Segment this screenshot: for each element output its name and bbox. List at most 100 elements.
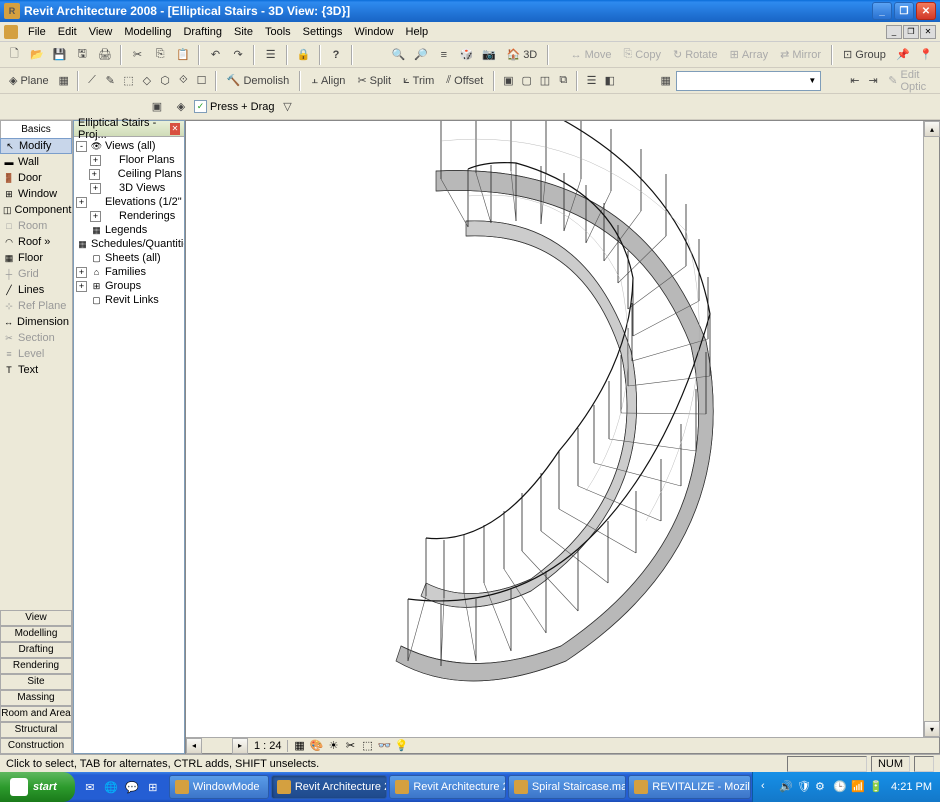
design-tab-massing[interactable]: Massing bbox=[0, 690, 72, 706]
offset-button[interactable]: ⫽Offset bbox=[441, 70, 488, 92]
tree-item[interactable]: +⌂Families bbox=[76, 265, 182, 279]
crop-view-button[interactable]: ✂ bbox=[344, 739, 358, 753]
tool-c-button[interactable]: ⬚ bbox=[120, 70, 136, 92]
design-tab-roomandarea[interactable]: Room and Area bbox=[0, 706, 72, 722]
tool-b-button[interactable]: ✎ bbox=[102, 70, 118, 92]
design-item-wall[interactable]: ▬Wall bbox=[0, 154, 72, 170]
print-button[interactable]: 🖨 bbox=[95, 44, 116, 66]
system-tray[interactable]: ‹ 🔊 🛡 ⚙ 🕒 📶 🔋 4:21 PM bbox=[752, 772, 940, 802]
type-selector-dropdown[interactable]: ▼ bbox=[676, 71, 822, 91]
menu-edit[interactable]: Edit bbox=[52, 24, 83, 40]
design-item-window[interactable]: ⊞Window bbox=[0, 186, 72, 202]
tree-item[interactable]: +Renderings bbox=[76, 209, 182, 223]
tree-item[interactable]: ▢Revit Links bbox=[76, 293, 182, 307]
design-item-floor[interactable]: ▦Floor bbox=[0, 250, 72, 266]
tree-toggle-icon[interactable]: + bbox=[89, 169, 100, 180]
model-graphics-button[interactable]: 🎨 bbox=[310, 739, 324, 753]
tree-toggle-icon[interactable]: + bbox=[76, 267, 87, 278]
misc-f-button[interactable]: ◧ bbox=[602, 70, 618, 92]
press-drag-checkbox[interactable]: ✓Press + Drag bbox=[194, 100, 275, 113]
tree-item[interactable]: ▦Legends bbox=[76, 223, 182, 237]
menu-tools[interactable]: Tools bbox=[259, 24, 297, 40]
option-a-button[interactable]: ▣ bbox=[146, 96, 168, 118]
tree-item[interactable]: ▦Schedules/Quantitie bbox=[76, 237, 182, 251]
design-item-modify[interactable]: ↖Modify bbox=[0, 138, 72, 154]
split-button[interactable]: ✂Split bbox=[352, 70, 396, 92]
taskbar-task[interactable]: REVITALIZE - Mozilla ... bbox=[628, 775, 751, 799]
taskbar-task[interactable]: Revit Architecture 20... bbox=[389, 775, 505, 799]
misc-e-button[interactable]: ☰ bbox=[583, 70, 599, 92]
minimize-button[interactable]: _ bbox=[872, 2, 892, 20]
lock-button[interactable]: 🔒 bbox=[293, 44, 314, 66]
zoom-region-button[interactable]: 🔎 bbox=[411, 44, 432, 66]
tool-e-button[interactable]: ⬡ bbox=[157, 70, 173, 92]
tree-item[interactable]: +Elevations (1/2" Sq bbox=[76, 195, 182, 209]
grid-icon[interactable]: ▦ bbox=[56, 70, 72, 92]
crop-region-button[interactable]: ⬚ bbox=[361, 739, 375, 753]
trim-button[interactable]: ⟀Trim bbox=[398, 70, 439, 92]
tray-2-icon[interactable]: 🛡 bbox=[797, 780, 811, 794]
pin-button[interactable]: 📌 bbox=[893, 44, 914, 66]
tree-toggle-icon[interactable]: - bbox=[76, 141, 87, 152]
view-scale[interactable]: 1 : 24 bbox=[254, 740, 282, 752]
tool-f-button[interactable]: ⟐ bbox=[175, 70, 191, 92]
browser-tree[interactable]: -👁Views (all)+Floor Plans+Ceiling Plans+… bbox=[74, 137, 184, 753]
menu-settings[interactable]: Settings bbox=[297, 24, 349, 40]
misc-a-button[interactable]: ▣ bbox=[500, 70, 516, 92]
indent-left-button[interactable]: ⇤ bbox=[847, 70, 863, 92]
tray-expand-icon[interactable]: ‹ bbox=[761, 780, 775, 794]
camera-button[interactable]: 📷 bbox=[479, 44, 500, 66]
design-tab-drafting[interactable]: Drafting bbox=[0, 642, 72, 658]
maximize-button[interactable]: ❐ bbox=[894, 2, 914, 20]
design-item-text[interactable]: TText bbox=[0, 362, 72, 378]
3d-button[interactable]: 🏠3D bbox=[501, 44, 542, 66]
ql-skype-icon[interactable]: 💬 bbox=[123, 778, 141, 796]
taskbar-clock[interactable]: 4:21 PM bbox=[891, 781, 932, 793]
menu-help[interactable]: Help bbox=[400, 24, 435, 40]
viewport-canvas[interactable] bbox=[186, 121, 939, 737]
tree-toggle-icon[interactable]: + bbox=[76, 281, 87, 292]
group-button[interactable]: ⊡Group bbox=[838, 44, 891, 66]
design-tab-basics[interactable]: Basics bbox=[0, 120, 72, 138]
start-button[interactable]: start bbox=[0, 772, 75, 802]
tool-g-button[interactable]: ☐ bbox=[193, 70, 209, 92]
indent-right-button[interactable]: ⇥ bbox=[865, 70, 881, 92]
tray-1-icon[interactable]: 🔊 bbox=[779, 780, 793, 794]
mdi-minimize-button[interactable]: _ bbox=[886, 25, 902, 39]
design-tab-modelling[interactable]: Modelling bbox=[0, 626, 72, 642]
design-item-dimension[interactable]: ↔Dimension bbox=[0, 314, 72, 330]
workplane-button[interactable]: ◈Plane bbox=[4, 70, 54, 92]
align-button[interactable]: ⫠Align bbox=[306, 70, 350, 92]
reveal-button[interactable]: 💡 bbox=[395, 739, 409, 753]
tree-toggle-icon[interactable]: + bbox=[76, 197, 87, 208]
shadows-button[interactable]: ☀ bbox=[327, 739, 341, 753]
close-button[interactable]: ✕ bbox=[916, 2, 936, 20]
demolish-button[interactable]: 🔨Demolish bbox=[222, 70, 295, 92]
tree-item[interactable]: +⊞Groups bbox=[76, 279, 182, 293]
save-button[interactable]: 💾 bbox=[49, 44, 70, 66]
menu-view[interactable]: View bbox=[83, 24, 119, 40]
tree-item[interactable]: -👁Views (all) bbox=[76, 139, 182, 153]
design-tab-rendering[interactable]: Rendering bbox=[0, 658, 72, 674]
browser-close-button[interactable]: ✕ bbox=[170, 123, 180, 135]
tree-toggle-icon[interactable]: + bbox=[90, 183, 101, 194]
menu-modelling[interactable]: Modelling bbox=[118, 24, 177, 40]
taskbar-task[interactable]: WindowMode bbox=[169, 775, 269, 799]
detail-level-button[interactable]: ▦ bbox=[293, 739, 307, 753]
menu-file[interactable]: File bbox=[22, 24, 52, 40]
3d-view-icon[interactable]: 🎲 bbox=[456, 44, 477, 66]
scroll-right-button[interactable]: ▸ bbox=[232, 738, 248, 754]
ql-app-icon[interactable]: ⊞ bbox=[144, 778, 162, 796]
hide-isolate-button[interactable]: 👓 bbox=[378, 739, 392, 753]
misc-b-button[interactable]: ▢ bbox=[519, 70, 535, 92]
design-item-lines[interactable]: ╱Lines bbox=[0, 282, 72, 298]
vertical-scrollbar[interactable]: ▴ ▾ bbox=[923, 121, 939, 737]
tray-6-icon[interactable]: 🔋 bbox=[869, 780, 883, 794]
zoom-button[interactable]: 🔍 bbox=[388, 44, 409, 66]
tree-toggle-icon[interactable]: + bbox=[90, 155, 101, 166]
menu-window[interactable]: Window bbox=[348, 24, 399, 40]
menu-drafting[interactable]: Drafting bbox=[177, 24, 228, 40]
design-item-door[interactable]: 🚪Door bbox=[0, 170, 72, 186]
filter-icon[interactable]: ▦ bbox=[658, 70, 674, 92]
undo-button[interactable]: ↶ bbox=[205, 44, 226, 66]
